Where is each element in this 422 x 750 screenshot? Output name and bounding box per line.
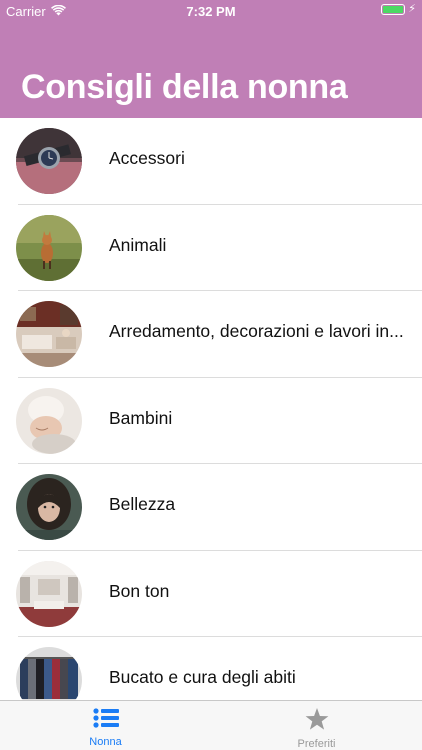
list-item[interactable]: Arredamento, decorazioni e lavori in... bbox=[0, 291, 422, 378]
tab-preferiti[interactable]: Preferiti bbox=[211, 701, 422, 750]
list-item-label: Bellezza bbox=[109, 494, 176, 514]
list-item-label: Accessori bbox=[109, 148, 185, 168]
charging-icon: ⚡ bbox=[408, 3, 416, 15]
tab-bar: Nonna Preferiti bbox=[0, 700, 422, 750]
tab-label: Nonna bbox=[89, 736, 122, 748]
wristwatch-thumbnail bbox=[16, 128, 82, 194]
status-bar: Carrier 7:32 PM ⚡ bbox=[0, 0, 422, 22]
baby-thumbnail bbox=[16, 387, 82, 454]
list-icon bbox=[92, 708, 119, 733]
living-room-thumbnail bbox=[16, 301, 82, 367]
list-item-label: Arredamento, decorazioni e lavori in... bbox=[109, 321, 404, 341]
battery-icon bbox=[381, 4, 406, 15]
list-item[interactable]: Bon ton bbox=[0, 551, 422, 638]
list-item[interactable]: Bellezza bbox=[0, 464, 422, 551]
list-item[interactable]: Bambini bbox=[0, 378, 422, 465]
shop-interior-thumbnail bbox=[16, 560, 82, 627]
list-item-label: Animali bbox=[109, 234, 167, 255]
navigation-header: Carrier 7:32 PM ⚡ Consigli della nonna bbox=[0, 0, 422, 118]
status-time: 7:32 PM bbox=[186, 4, 236, 19]
category-list[interactable]: Accessori Animali Arredamento, decorazio… bbox=[0, 118, 422, 700]
app-screen: Carrier 7:32 PM ⚡ Consigli della nonna A… bbox=[0, 0, 422, 750]
page-title: Consigli della nonna bbox=[21, 68, 348, 106]
clothes-rack-thumbnail bbox=[16, 647, 82, 700]
list-item[interactable]: Bucato e cura degli abiti bbox=[0, 637, 422, 700]
list-item-label: Bambini bbox=[109, 407, 173, 428]
star-icon bbox=[305, 708, 329, 735]
list-item[interactable]: Accessori bbox=[0, 118, 422, 205]
tab-label: Preferiti bbox=[297, 738, 336, 750]
list-item-label: Bon ton bbox=[109, 580, 170, 601]
list-item[interactable]: Animali bbox=[0, 205, 422, 292]
woman-portrait-thumbnail bbox=[16, 474, 82, 540]
list-item-label: Bucato e cura degli abiti bbox=[109, 667, 296, 687]
fox-thumbnail bbox=[16, 214, 82, 281]
tab-nonna[interactable]: Nonna bbox=[0, 701, 211, 750]
battery-indicator: ⚡ bbox=[381, 4, 416, 15]
